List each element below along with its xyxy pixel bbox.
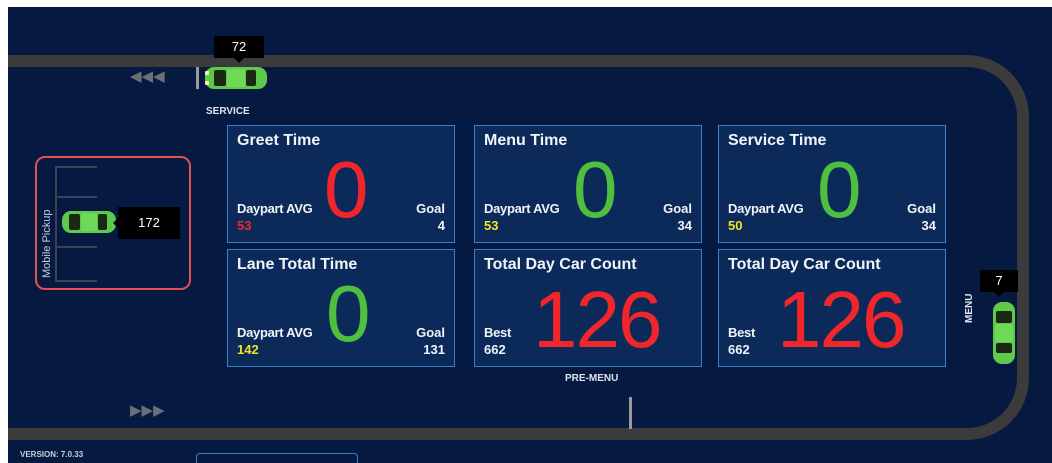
total-day-car-count-tile[interactable]: Total Day Car Count 126 Best 662 [474,249,702,367]
tile-title: Total Day Car Count [728,256,881,273]
goal-value: 34 [677,218,692,233]
mobile-pickup-label: Mobile Pickup [41,209,53,278]
goal-value: 4 [437,218,445,233]
total-day-car-count-tile-2[interactable]: Total Day Car Count 126 Best 662 [718,249,946,367]
tile-title: Service Time [728,132,827,149]
daypart-avg-label: Daypart AVG [237,201,313,216]
daypart-avg-value: 142 [237,342,259,357]
service-car-time: 72 [214,36,264,63]
daypart-avg-label: Daypart AVG [484,201,560,216]
menu-car-icon[interactable] [990,300,1018,366]
tile-value: 0 [324,145,368,234]
best-label: Best [484,325,511,340]
premenu-marker [629,397,632,429]
greet-time-tile[interactable]: Greet Time 0 Daypart AVG 53 Goal 4 [227,125,455,243]
goal-label: Goal [907,201,936,216]
service-car-icon[interactable] [203,64,269,92]
menu-label: MENU [964,293,975,323]
goal-value: 131 [423,342,445,357]
best-value: 662 [484,342,506,357]
daypart-avg-label: Daypart AVG [728,201,804,216]
goal-value: 34 [921,218,936,233]
goal-label: Goal [416,325,445,340]
daypart-avg-value: 53 [237,218,252,233]
mobile-pickup-car-icon[interactable] [60,209,118,235]
goal-label: Goal [416,201,445,216]
daypart-avg-label: Daypart AVG [237,325,313,340]
service-label: SERVICE [206,106,250,117]
menu-car-time: 7 [980,270,1018,297]
best-label: Best [728,325,755,340]
mobile-pickup-car-time: 172 [113,207,180,239]
tile-value: 126 [533,275,662,364]
daypart-avg-value: 50 [728,218,743,233]
tile-title: Total Day Car Count [484,256,637,273]
best-value: 662 [728,342,750,357]
tile-value: 0 [817,145,861,234]
tile-title: Greet Time [237,132,321,149]
tile-title: Menu Time [484,132,568,149]
daypart-avg-value: 53 [484,218,499,233]
lane-direction-left-arrows: ◀◀◀ [130,68,165,85]
bottom-panel-button[interactable] [196,453,358,463]
drive-thru-screen: ◀◀◀ ▶▶▶ 72 SERVICE 7 MENU PRE-MENU Mobil… [8,7,1052,463]
lane-total-time-tile[interactable]: Lane Total Time 0 Daypart AVG 142 Goal 1… [227,249,455,367]
menu-time-tile[interactable]: Menu Time 0 Daypart AVG 53 Goal 34 [474,125,702,243]
premenu-label: PRE-MENU [565,373,619,384]
tile-value: 0 [573,145,617,234]
tile-value: 126 [777,275,906,364]
service-marker [196,67,199,89]
version-label: VERSION: 7.0.33 [20,450,84,459]
service-time-tile[interactable]: Service Time 0 Daypart AVG 50 Goal 34 [718,125,946,243]
tile-value: 0 [326,269,370,358]
goal-label: Goal [663,201,692,216]
lane-direction-right-arrows: ▶▶▶ [130,402,165,419]
